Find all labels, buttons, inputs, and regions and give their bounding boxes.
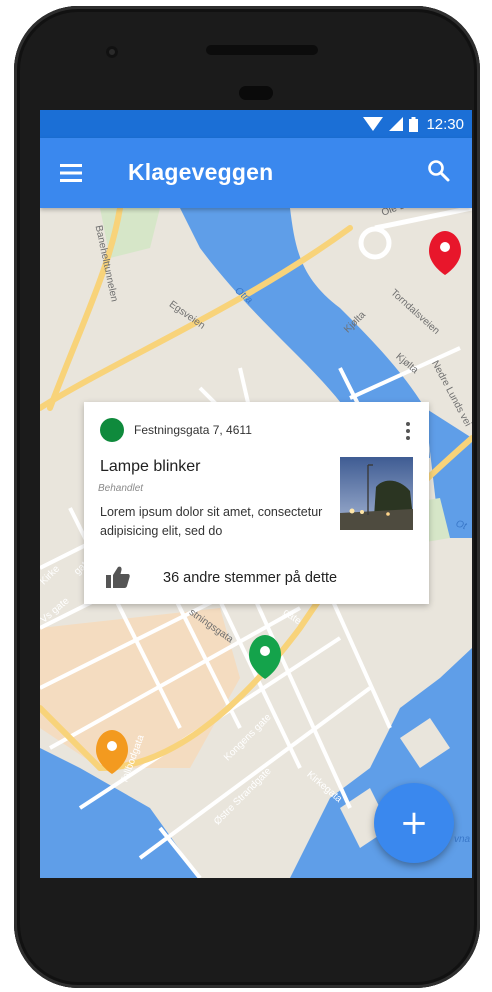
app-bar: Klageveggen	[40, 138, 472, 208]
search-icon[interactable]	[426, 158, 452, 184]
card-title: Lampe blinker	[100, 458, 201, 475]
status-bar: 12:30	[40, 110, 472, 138]
wifi-icon	[363, 117, 384, 131]
card-status: Behandlet	[98, 483, 144, 494]
battery-icon	[409, 116, 419, 132]
street-lamp-photo	[340, 457, 413, 530]
signal-icon	[389, 117, 404, 131]
fab-plus-label: +	[399, 803, 429, 843]
hamburger-menu-icon[interactable]	[60, 162, 86, 184]
sensor-slot	[239, 86, 273, 100]
add-report-button[interactable]: +	[374, 783, 454, 863]
front-camera	[106, 46, 118, 58]
card-description: Lorem ipsum dolor sit amet, consectetur …	[100, 505, 323, 538]
app-screen: 12:30 Klageveggen Ole Bu Banehelttunnele…	[40, 110, 472, 878]
card-address: Festningsgata 7, 4611	[134, 423, 252, 437]
more-vert-icon[interactable]	[402, 420, 414, 442]
issue-card[interactable]: Festningsgata 7, 4611 Lampe blinker Beha…	[84, 402, 429, 604]
earpiece-speaker	[206, 45, 318, 55]
map-label-vna: vna	[454, 834, 471, 845]
status-time: 12:30	[426, 115, 464, 133]
app-title: Klageveggen	[128, 159, 274, 185]
thumbs-up-icon[interactable]	[106, 566, 130, 588]
status-indicator	[100, 418, 124, 442]
votes-count-text: 36 andre stemmer på dette	[163, 570, 338, 586]
